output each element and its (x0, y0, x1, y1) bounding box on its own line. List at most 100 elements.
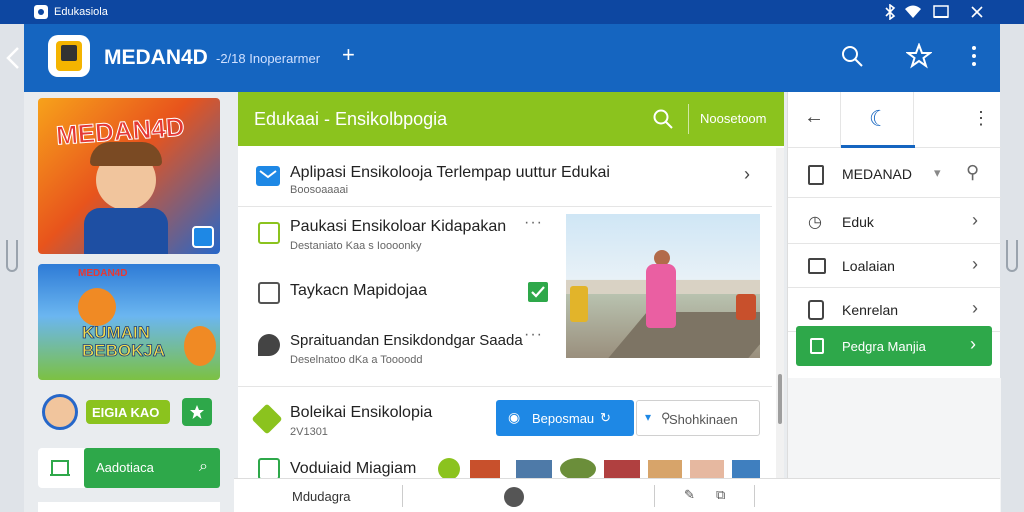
list-item[interactable]: Boleikai Ensikolopia 2V1301 ◉ Beposmau ↻… (238, 396, 772, 442)
active-item-label: Pedgra Manjia (842, 339, 926, 354)
chevron-right-icon: › (972, 298, 978, 318)
hat-shape (90, 142, 162, 166)
puzzle-icon (258, 222, 280, 244)
header-divider (688, 104, 689, 134)
bottom-label[interactable]: Mdudagra (292, 489, 351, 504)
badge-star-icon[interactable] (182, 398, 212, 426)
thumb-dot (438, 458, 460, 480)
chevron-right-icon: › (972, 254, 978, 274)
chevron-right-icon: › (744, 164, 750, 184)
thumb-image[interactable] (690, 460, 724, 480)
menu-item-loalaian[interactable]: Loalaian › (788, 244, 1001, 288)
secondary-button-label: Shohkinaen (669, 412, 738, 427)
thumb-image[interactable] (470, 460, 500, 480)
more-vert-icon[interactable] (972, 46, 976, 66)
status-app-name: Edukasiola (54, 6, 108, 18)
menu-item-label: Eduk (842, 214, 874, 230)
child-shirt (84, 208, 168, 254)
row-subtitle: 2V1301 (290, 426, 328, 438)
right-panel: ← ☾ ⋮ MEDANAD ▾ ⚲ ◷ Eduk › Loalaian › Ke… (787, 92, 1001, 512)
search-small-icon: ⌕ (199, 458, 208, 475)
promo-banner-2[interactable]: MEDAN4D KUMAIN BEBOKJA (38, 264, 220, 380)
chat-icon: ◉ (508, 409, 521, 425)
thumb-image[interactable] (732, 460, 760, 480)
tool-icon: ⚲ (661, 410, 671, 425)
row-title: Voduiaid Miagiam (290, 460, 417, 477)
edit-icon[interactable]: ✎ (684, 487, 695, 503)
close-icon[interactable] (970, 5, 984, 19)
back-icon[interactable]: ← (804, 106, 824, 129)
app-logo-icon (48, 35, 90, 77)
menu-item-active[interactable]: Pedgra Manjia › (796, 326, 992, 366)
more-vert-icon[interactable]: ⋮ (972, 108, 990, 129)
row-subtitle: Destaniato Kaa s Ioooonky (290, 240, 422, 252)
back-arrow-icon[interactable] (4, 46, 22, 70)
divider (754, 485, 755, 507)
secondary-button[interactable]: ▾ ⚲ Shohkinaen (636, 400, 760, 436)
search-icon[interactable] (840, 44, 864, 68)
person-add-icon[interactable]: ⚲ (966, 162, 979, 183)
green-action-button[interactable]: Aadotiaca ⌕ (84, 448, 220, 488)
promo-banner-1[interactable]: MEDAN4D (38, 98, 220, 254)
banner2-title: KUMAIN BEBOKJA (82, 323, 166, 360)
row-subtitle: Deselnatoo dKa a Toooodd (290, 354, 423, 366)
divider (402, 485, 403, 507)
window-icon[interactable] (932, 4, 950, 20)
app-title: MEDAN4D (104, 46, 208, 69)
scrollbar-track[interactable] (776, 148, 784, 512)
tab-active[interactable]: ☾ (840, 92, 915, 148)
thumb-image[interactable] (648, 460, 682, 480)
content-header: Edukaai - Ensikolbpogia Noosetoom (238, 92, 784, 146)
refresh-icon: ↻ (600, 410, 611, 425)
checkbox-checked-icon[interactable] (528, 282, 548, 302)
record-icon[interactable] (504, 487, 524, 507)
dropdown-select[interactable]: MEDANAD ▾ ⚲ (788, 152, 1001, 198)
chevron-right-icon: › (972, 210, 978, 230)
thumb-image[interactable] (604, 460, 640, 480)
list-item[interactable]: Aplipasi Ensikolooja Terlempap uuttur Ed… (238, 154, 772, 204)
list-item[interactable]: Paukasi Ensikoloar Kidapakan Destaniato … (238, 212, 554, 262)
row-title: Spraituandan Ensikdondgar Saada (290, 332, 523, 349)
content-panel: Edukaai - Ensikolbpogia Noosetoom Aplipa… (238, 92, 784, 512)
share-icon[interactable]: ⧉ (716, 487, 725, 503)
header-action[interactable]: Noosetoom (700, 111, 766, 126)
avatar[interactable] (42, 394, 78, 430)
moon-icon: ☾ (869, 106, 889, 131)
row-title: Aplipasi Ensikolooja Terlempap uuttur Ed… (290, 164, 610, 181)
more-horiz-icon[interactable]: ··· (524, 214, 543, 232)
star-icon[interactable] (906, 43, 932, 69)
clock-icon: ◷ (808, 214, 822, 231)
menu-item-eduk[interactable]: ◷ Eduk › (788, 200, 1001, 244)
tablet-icon (192, 226, 214, 248)
right-handle-icon[interactable] (1006, 240, 1018, 272)
list-item[interactable]: Taykacn Mapidojaa (238, 274, 554, 318)
document-icon (808, 165, 824, 185)
left-handle-icon[interactable] (6, 240, 18, 272)
content-title: Edukaai - Ensikolbpogia (254, 109, 448, 129)
mail-icon (256, 166, 280, 186)
green-action-label: Aadotiaca (96, 460, 154, 475)
thumb-image[interactable] (516, 460, 552, 480)
scrollbar-thumb[interactable] (778, 374, 782, 424)
chevron-down-icon: ▾ (934, 165, 941, 180)
category-chip[interactable]: EIGIA KAO (86, 400, 170, 424)
tab-indicator (841, 145, 915, 148)
thumb-image[interactable] (560, 458, 596, 480)
menu-item-label: Kenrelan (842, 302, 899, 318)
doc-icon (810, 338, 824, 354)
dropdown-arrow-icon: ▾ (645, 410, 652, 424)
add-icon[interactable]: + (342, 42, 355, 68)
row-title: Boleikai Ensikolopia (290, 404, 433, 421)
list-item[interactable]: Spraituandan Ensikdondgar Saada Deselnat… (238, 324, 554, 374)
content-search-icon[interactable] (652, 108, 674, 130)
phone-icon (808, 300, 824, 320)
child-photo[interactable] (566, 214, 760, 358)
gallery-icon (258, 458, 280, 480)
primary-button[interactable]: ◉ Beposmau ↻ (496, 400, 634, 436)
chevron-right-icon: › (970, 334, 976, 354)
wifi-icon (905, 5, 921, 18)
more-horiz-icon[interactable]: ··· (524, 326, 543, 344)
status-bar: Edukasiola (0, 0, 1024, 24)
primary-button-label: Beposmau (532, 411, 595, 426)
fruit-shape (78, 288, 116, 326)
